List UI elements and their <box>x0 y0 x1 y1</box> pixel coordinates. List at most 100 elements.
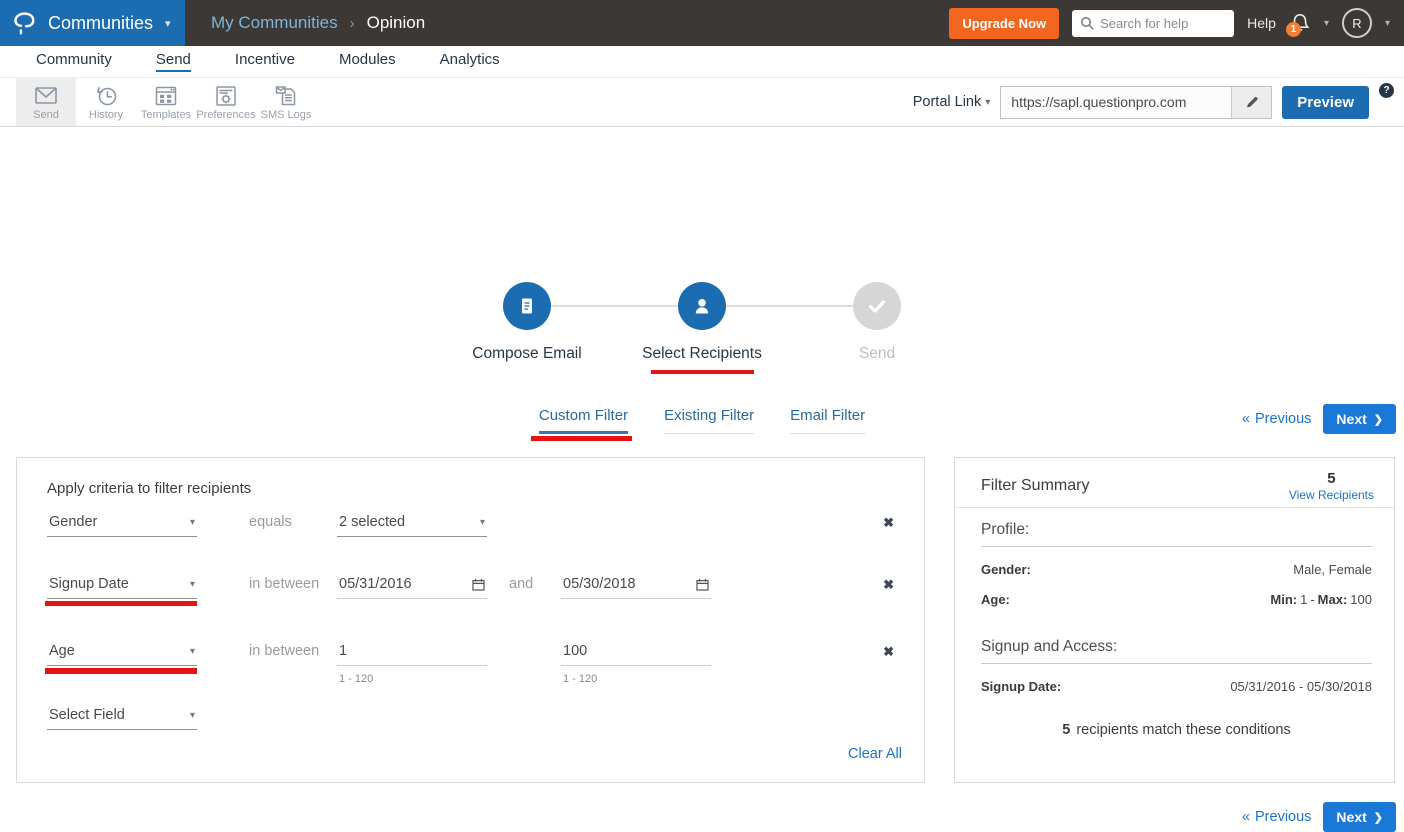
field-select-signup-date[interactable]: Signup Date ▾ <box>47 575 197 599</box>
send-wizard-stage: Compose Email Select Recipients Send Cus… <box>0 127 1404 726</box>
templates-icon <box>153 84 179 108</box>
summary-row-signup-date: Signup Date: 05/31/2016 - 05/30/2018 <box>981 679 1372 694</box>
red-annotation-bar <box>45 668 197 674</box>
top-navbar: Communities ▾ My Communities › Opinion U… <box>0 0 1404 46</box>
portal-link-dropdown[interactable]: Portal Link ▾ <box>913 94 991 110</box>
max-label: Max: <box>1318 592 1348 607</box>
tool-label: Preferences <box>196 109 255 121</box>
max-value: 100 <box>1350 592 1372 607</box>
chevron-down-icon[interactable]: ▾ <box>1385 18 1390 29</box>
range-hint: 1 - 120 <box>337 673 487 685</box>
upgrade-now-button[interactable]: Upgrade Now <box>949 8 1059 39</box>
edit-url-button[interactable] <box>1231 87 1271 118</box>
product-switcher[interactable]: Communities ▾ <box>0 0 185 46</box>
help-link[interactable]: Help <box>1247 15 1276 31</box>
operator-label: in between <box>249 642 337 659</box>
field-select-value: Gender <box>49 514 97 530</box>
match-text: recipients match these conditions <box>1076 722 1290 738</box>
next-label: Next <box>1336 411 1366 427</box>
tool-preferences[interactable]: Preferences <box>196 78 256 126</box>
avatar-initial: R <box>1352 16 1361 31</box>
document-icon <box>503 282 551 330</box>
chevron-down-icon: ▾ <box>190 579 195 590</box>
min-label: Min: <box>1270 592 1297 607</box>
match-count: 5 <box>1062 722 1070 738</box>
sms-logs-icon <box>273 84 299 108</box>
tool-templates[interactable]: Templates <box>136 78 196 126</box>
tool-history[interactable]: History <box>76 78 136 126</box>
pager-bottom: « Previous Next ❯ <box>1242 802 1396 832</box>
summary-signup-value: 05/31/2016 - 05/30/2018 <box>1230 679 1372 694</box>
pencil-icon <box>1244 94 1260 110</box>
conjunction-spacer <box>509 642 539 643</box>
email-wizard-stepper: Compose Email Select Recipients Send <box>0 282 1404 374</box>
summary-title: Filter Summary <box>981 477 1089 495</box>
summary-age-value: Min:1-Max:100 <box>1267 592 1372 607</box>
notification-badge: 1 <box>1286 22 1301 37</box>
help-search <box>1072 10 1234 37</box>
next-button[interactable]: Next ❯ <box>1323 802 1396 832</box>
field-select-gender[interactable]: Gender ▾ <box>47 513 197 537</box>
nav-item-incentive[interactable]: Incentive <box>235 51 295 72</box>
step-compose-email[interactable]: Compose Email <box>440 282 615 374</box>
range-separator: - <box>1310 592 1314 607</box>
notifications-button[interactable]: 1 <box>1289 12 1311 34</box>
remove-filter-button[interactable]: ✖ <box>883 577 894 593</box>
calendar-icon[interactable] <box>472 578 485 591</box>
portal-url-input[interactable] <box>1001 87 1231 118</box>
help-search-input[interactable] <box>1100 16 1220 31</box>
age-max-input[interactable] <box>563 643 681 659</box>
field-select-new[interactable]: Select Field ▾ <box>47 706 197 730</box>
person-icon <box>678 282 726 330</box>
match-statement: 5 recipients match these conditions <box>981 722 1372 738</box>
tool-sms-logs[interactable]: SMS Logs <box>256 78 316 126</box>
clear-all-link[interactable]: Clear All <box>848 746 902 762</box>
previous-label: Previous <box>1255 809 1311 825</box>
previous-button[interactable]: « Previous <box>1242 809 1312 825</box>
age-min-field <box>337 642 487 666</box>
tool-label: History <box>89 109 123 121</box>
help-question-icon[interactable]: ? <box>1379 83 1394 98</box>
end-date-field <box>561 575 711 599</box>
tool-label: SMS Logs <box>261 109 312 121</box>
nav-item-modules[interactable]: Modules <box>339 51 396 72</box>
avatar[interactable]: R <box>1342 8 1372 38</box>
next-button[interactable]: Next ❯ <box>1323 404 1396 434</box>
view-recipients-link[interactable]: View Recipients <box>1289 488 1374 502</box>
preferences-icon <box>213 84 239 108</box>
remove-filter-button[interactable]: ✖ <box>883 515 894 531</box>
tab-existing-filter[interactable]: Existing Filter <box>664 407 754 434</box>
nav-item-send[interactable]: Send <box>156 51 191 72</box>
summary-header: Filter Summary 5 View Recipients <box>955 458 1394 508</box>
age-min-input[interactable] <box>339 643 457 659</box>
start-date-input[interactable] <box>339 576 457 592</box>
breadcrumb-my-communities[interactable]: My Communities <box>211 13 338 33</box>
operator-label: equals <box>249 513 337 530</box>
gender-value-select[interactable]: 2 selected ▾ <box>337 513 487 537</box>
tool-send[interactable]: Send <box>16 78 76 126</box>
filter-summary-panel: Filter Summary 5 View Recipients Profile… <box>954 457 1395 783</box>
field-select-value: Select Field <box>49 707 125 723</box>
history-icon <box>93 84 119 108</box>
field-select-age[interactable]: Age ▾ <box>47 642 197 666</box>
preview-button[interactable]: Preview <box>1282 86 1369 119</box>
tab-email-filter[interactable]: Email Filter <box>790 407 865 434</box>
previous-label: Previous <box>1255 411 1311 427</box>
end-date-input[interactable] <box>563 576 681 592</box>
chevrons-left-icon: « <box>1242 411 1250 427</box>
conjunction-label: and <box>509 575 539 592</box>
remove-filter-button[interactable]: ✖ <box>883 644 894 660</box>
topbar-actions: Upgrade Now Help 1 ▾ R ▾ <box>949 8 1404 39</box>
age-max-field <box>561 642 711 666</box>
product-name: Communities <box>48 13 153 34</box>
tab-custom-filter[interactable]: Custom Filter <box>539 407 628 434</box>
step-select-recipients[interactable]: Select Recipients <box>615 282 790 374</box>
nav-item-analytics[interactable]: Analytics <box>440 51 500 72</box>
summary-signup-label: Signup Date: <box>981 679 1061 694</box>
filter-row-new: Select Field ▾ <box>47 706 894 730</box>
nav-item-community[interactable]: Community <box>36 51 112 72</box>
chevron-down-icon[interactable]: ▾ <box>1324 18 1329 29</box>
previous-button[interactable]: « Previous <box>1242 411 1312 427</box>
search-icon <box>1080 16 1094 30</box>
calendar-icon[interactable] <box>696 578 709 591</box>
